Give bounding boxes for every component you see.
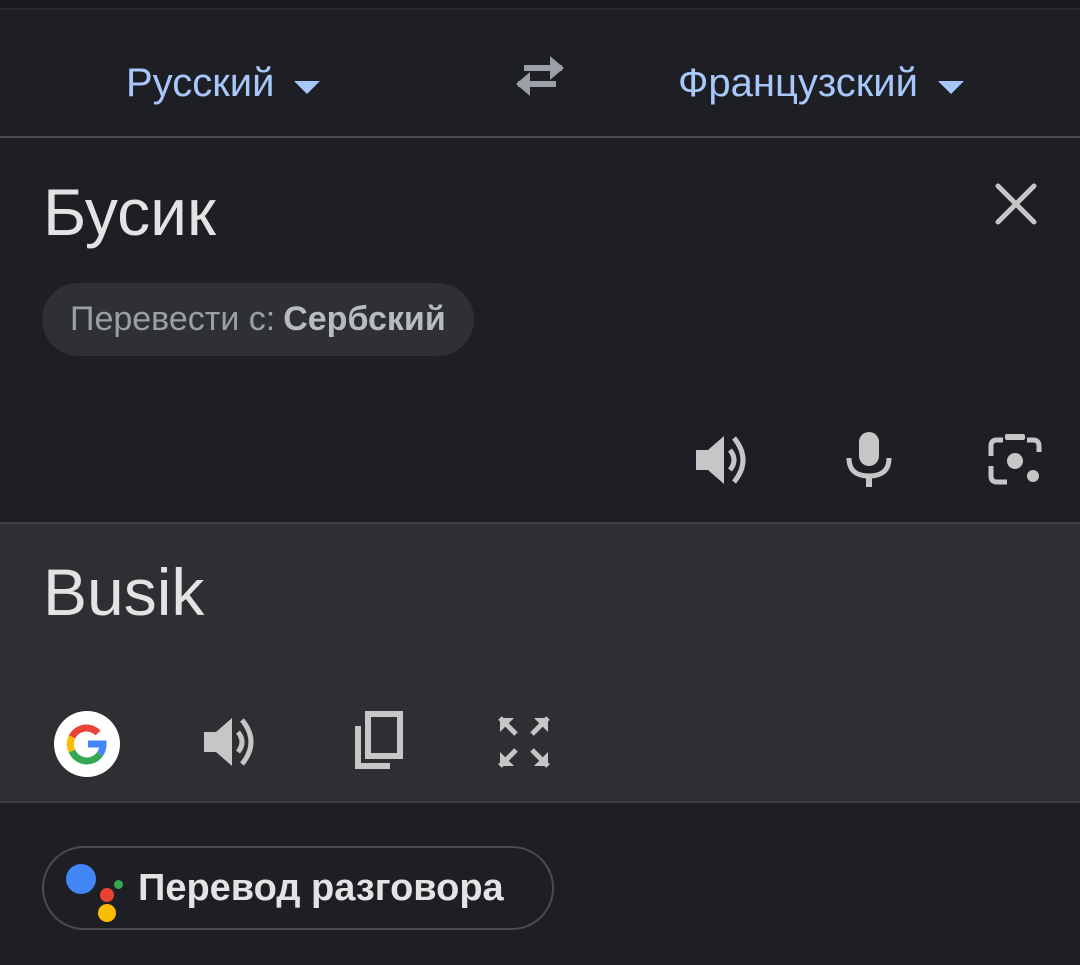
google-icon[interactable] (54, 711, 120, 777)
caret-down-icon (937, 80, 964, 94)
fullscreen-icon[interactable] (492, 710, 556, 774)
conversation-mode-button[interactable]: Перевод разговора (42, 846, 554, 930)
camera-lens-icon[interactable] (985, 430, 1045, 490)
microphone-icon[interactable] (839, 430, 899, 490)
speaker-icon[interactable] (200, 710, 264, 774)
target-language-label: Французский (678, 60, 918, 105)
detected-language-chip[interactable]: Перевести с: Сербский (42, 283, 474, 356)
language-bar: Русский Французский (0, 10, 1080, 138)
close-icon[interactable] (990, 178, 1042, 230)
google-assistant-icon (64, 858, 128, 922)
source-language-button[interactable]: Русский (126, 58, 321, 108)
source-text-input[interactable]: Бусик (43, 172, 216, 252)
target-language-button[interactable]: Французский (678, 58, 964, 108)
source-language-label: Русский (126, 60, 275, 105)
detected-language-label: Сербский (283, 300, 446, 338)
copy-icon[interactable] (344, 710, 408, 774)
detect-prefix-label: Перевести с: (70, 300, 276, 338)
speaker-icon[interactable] (692, 430, 752, 490)
conversation-mode-label: Перевод разговора (138, 866, 504, 909)
translation-panel: Busik (0, 522, 1080, 803)
translate-screen: Русский Французский Бусик Перевести с: С… (0, 0, 1080, 965)
swap-arrows-icon[interactable] (510, 52, 570, 98)
translation-text: Busik (43, 555, 205, 629)
caret-down-icon (294, 80, 321, 94)
status-strip (0, 0, 1080, 10)
source-panel: Бусик Перевести с: Сербский (0, 138, 1080, 522)
